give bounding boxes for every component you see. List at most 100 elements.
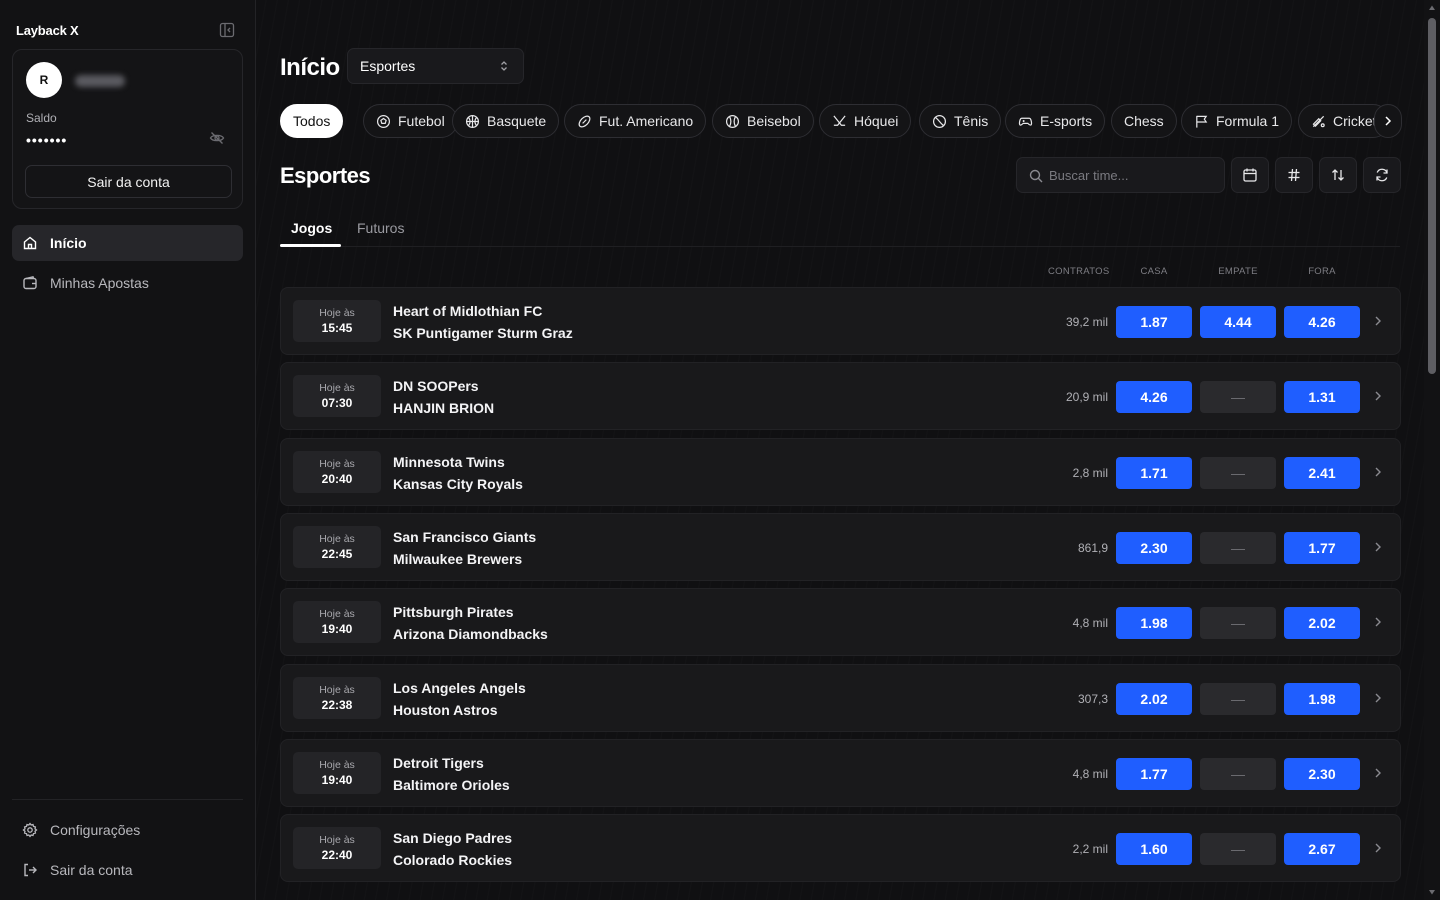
match-row[interactable]: Hoje às 20:40 Minnesota Twins Kansas City R… — [280, 438, 1401, 506]
odd-draw-button[interactable]: — — [1200, 833, 1276, 865]
chevron-right-icon[interactable] — [1371, 691, 1385, 705]
odd-home-button[interactable]: 1.87 — [1116, 306, 1192, 338]
filter-tenis[interactable]: Tênis — [919, 104, 1002, 138]
football-icon — [578, 115, 591, 127]
gamepad-icon — [1018, 117, 1033, 126]
odd-away-button[interactable]: 4.26 — [1284, 306, 1360, 338]
sidebar-item-configuracoes[interactable]: Configurações — [12, 812, 243, 848]
contracts-volume: 2,2 mil — [1072, 842, 1108, 856]
match-row[interactable]: Hoje às 22:40 San Diego Padres Colorado Roc… — [280, 814, 1401, 882]
match-row[interactable]: Hoje às 07:30 DN SOOPers HANJIN BRION 20,9 m… — [280, 362, 1401, 430]
match-row[interactable]: Hoje às 15:45 Heart of Midlothian FC SK Pun… — [280, 287, 1401, 355]
odd-draw-button[interactable]: — — [1200, 532, 1276, 564]
filter-label: Formula 1 — [1216, 113, 1280, 129]
scroll-up-icon[interactable] — [1428, 4, 1436, 12]
odd-home-button[interactable]: 2.30 — [1116, 532, 1192, 564]
chevron-right-icon[interactable] — [1371, 465, 1385, 479]
odd-away-button[interactable]: 1.77 — [1284, 532, 1360, 564]
odd-away-button[interactable]: 2.02 — [1284, 607, 1360, 639]
calendar-icon — [1243, 168, 1257, 182]
odd-draw-button[interactable]: — — [1200, 607, 1276, 639]
odd-away-button[interactable]: 1.31 — [1284, 381, 1360, 413]
avatar: R — [26, 62, 62, 98]
match-row[interactable]: Hoje às 19:40 Pittsburgh Pirates Arizona Di… — [280, 588, 1401, 656]
sidebar-item-minhas-apostas[interactable]: Minhas Apostas — [12, 265, 243, 301]
odd-home-button[interactable]: 2.02 — [1116, 683, 1192, 715]
odd-home-button[interactable]: 1.60 — [1116, 833, 1192, 865]
odd-draw-button[interactable]: — — [1200, 381, 1276, 413]
match-hour: 22:38 — [321, 698, 353, 712]
scrollbar[interactable] — [1424, 0, 1440, 900]
odd-home-button[interactable]: 1.71 — [1116, 457, 1192, 489]
category-select-value: Esportes — [360, 58, 416, 74]
match-day: Hoje às — [319, 684, 355, 696]
column-header-home: CASA — [1140, 266, 1168, 277]
match-day: Hoje às — [319, 533, 355, 545]
refresh-button[interactable] — [1363, 157, 1401, 193]
sidebar-item-inicio[interactable]: Início — [12, 225, 243, 261]
odd-draw-button[interactable]: — — [1200, 457, 1276, 489]
chevron-right-icon[interactable] — [1371, 314, 1385, 328]
sidebar: Layback X R Saldo ••••••• Sair da conta … — [0, 0, 256, 900]
tab-futuros[interactable]: Futuros — [357, 220, 404, 236]
chevron-right-icon[interactable] — [1371, 389, 1385, 403]
odd-home-button[interactable]: 1.77 — [1116, 758, 1192, 790]
match-row[interactable]: Hoje às 22:45 San Francisco Giants Milwauke… — [280, 513, 1401, 581]
balance-label: Saldo — [26, 111, 57, 125]
filter-label: Tênis — [954, 113, 989, 129]
eye-off-icon[interactable] — [209, 130, 225, 146]
odd-draw-button[interactable]: — — [1200, 683, 1276, 715]
odd-draw-button[interactable]: 4.44 — [1200, 306, 1276, 338]
odd-away-button[interactable]: 2.67 — [1284, 833, 1360, 865]
filter-fut-americano[interactable]: Fut. Americano — [564, 104, 707, 138]
odd-away-button[interactable]: 1.98 — [1284, 683, 1360, 715]
filter-chess[interactable]: Chess — [1111, 104, 1177, 138]
contracts-volume: 39,2 mil — [1065, 315, 1108, 329]
cricket-bat-icon — [1312, 115, 1325, 127]
filter-basquete[interactable]: Basquete — [452, 104, 560, 138]
tab-bar: Jogos Futuros — [280, 213, 1400, 247]
calendar-button[interactable] — [1231, 157, 1269, 193]
match-row[interactable]: Hoje às 19:40 Detroit Tigers Baltimore Orio… — [280, 739, 1401, 807]
away-team: Kansas City Royals — [393, 476, 523, 492]
filter-formula1[interactable]: Formula 1 — [1181, 104, 1293, 138]
match-hour: 22:40 — [321, 848, 353, 862]
search-box — [1016, 157, 1225, 193]
logout-button[interactable]: Sair da conta — [25, 165, 232, 198]
tab-jogos[interactable]: Jogos — [291, 220, 332, 236]
filters-scroll-right-button[interactable] — [1374, 104, 1402, 138]
filter-futebol[interactable]: Futebol — [363, 104, 458, 138]
chevron-right-icon[interactable] — [1371, 540, 1385, 554]
odd-home-button[interactable]: 4.26 — [1116, 381, 1192, 413]
away-team: Milwaukee Brewers — [393, 551, 523, 567]
filter-esports[interactable]: E-sports — [1005, 104, 1106, 138]
match-row[interactable]: Hoje às 22:38 Los Angeles Angels Houston As… — [280, 664, 1401, 732]
user-card: R Saldo ••••••• Sair da conta — [12, 49, 243, 209]
sidebar-item-label: Configurações — [50, 822, 141, 838]
chevron-right-icon[interactable] — [1371, 615, 1385, 629]
sidebar-item-sair[interactable]: Sair da conta — [12, 852, 243, 888]
filter-beisebol[interactable]: Beisebol — [712, 104, 814, 138]
filter-hoquei[interactable]: Hóquei — [819, 104, 912, 138]
filter-label: Beisebol — [747, 113, 801, 129]
filter-todos[interactable]: Todos — [280, 104, 344, 138]
search-input[interactable] — [1049, 158, 1219, 192]
basketball-icon — [465, 114, 480, 128]
sidebar-collapse-icon[interactable] — [219, 22, 235, 38]
hockey-sticks-icon — [833, 114, 846, 126]
scroll-down-icon[interactable] — [1428, 888, 1436, 896]
sort-button[interactable] — [1319, 157, 1357, 193]
odd-away-button[interactable]: 2.41 — [1284, 457, 1360, 489]
category-select[interactable]: Esportes — [347, 48, 524, 84]
odd-draw-button[interactable]: — — [1200, 758, 1276, 790]
odd-home-button[interactable]: 1.98 — [1116, 607, 1192, 639]
hash-button[interactable] — [1275, 157, 1313, 193]
divider — [12, 799, 243, 800]
scroll-thumb[interactable] — [1428, 18, 1436, 374]
chevron-right-icon[interactable] — [1371, 766, 1385, 780]
odd-away-button[interactable]: 2.30 — [1284, 758, 1360, 790]
chevron-right-icon[interactable] — [1371, 841, 1385, 855]
section-title: Esportes — [280, 163, 371, 188]
filter-label: Todos — [293, 113, 331, 129]
search-icon — [1029, 169, 1043, 183]
